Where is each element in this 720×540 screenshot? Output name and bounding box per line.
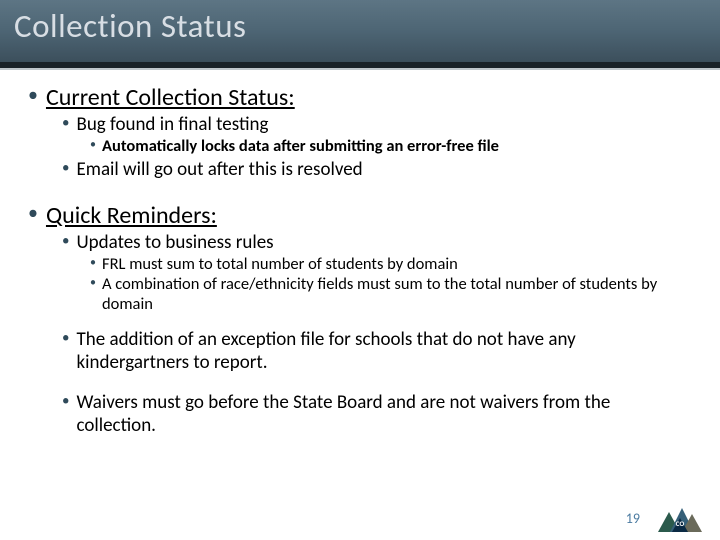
bullet-icon: •: [90, 255, 96, 271]
bullet-icon: •: [90, 275, 96, 291]
section-heading: Quick Reminders:: [46, 202, 217, 230]
list-item: • The addition of an exception file for …: [62, 329, 692, 375]
bullet-icon: •: [62, 329, 69, 348]
content-area: • Current Collection Status: • Bug found…: [0, 70, 720, 438]
item-text: Bug found in final testing: [76, 114, 268, 137]
item-text: Waivers must go before the State Board a…: [76, 392, 692, 438]
bullet-icon: •: [62, 159, 69, 178]
bullet-icon: •: [62, 392, 69, 411]
section-quick-reminders: • Quick Reminders: • Updates to business…: [28, 202, 692, 438]
bullet-icon: •: [62, 114, 69, 133]
list-item: • FRL must sum to total number of studen…: [90, 255, 692, 275]
list-item: • Waivers must go before the State Board…: [62, 392, 692, 438]
list-item: • Email will go out after this is resolv…: [62, 159, 692, 182]
item-text: The addition of an exception file for sc…: [76, 329, 692, 375]
bullet-icon: •: [28, 202, 38, 224]
item-text: Automatically locks data after submittin…: [102, 137, 499, 157]
section-heading: Current Collection Status:: [46, 84, 295, 112]
item-text: Email will go out after this is resolved: [76, 159, 362, 182]
footer: 19 CO: [626, 504, 702, 532]
list-item: • Automatically locks data after submitt…: [90, 137, 692, 157]
section-current-status: • Current Collection Status: • Bug found…: [28, 84, 692, 182]
colorado-logo-icon: CO: [658, 504, 702, 532]
bullet-icon: •: [62, 232, 69, 251]
title-band: Collection Status: [0, 0, 720, 62]
item-text: FRL must sum to total number of students…: [102, 255, 458, 275]
bullet-icon: •: [28, 84, 38, 106]
item-text: A combination of race/ethnicity fields m…: [102, 275, 692, 315]
item-text: Updates to business rules: [76, 232, 273, 255]
page-number: 19: [626, 510, 640, 527]
slide-title: Collection Status: [14, 6, 706, 46]
logo-label: CO: [676, 519, 685, 528]
bullet-icon: •: [90, 137, 96, 153]
list-item: • Updates to business rules • FRL must s…: [62, 232, 692, 315]
list-item: • A combination of race/ethnicity fields…: [90, 275, 692, 315]
list-item: • Bug found in final testing • Automatic…: [62, 114, 692, 158]
